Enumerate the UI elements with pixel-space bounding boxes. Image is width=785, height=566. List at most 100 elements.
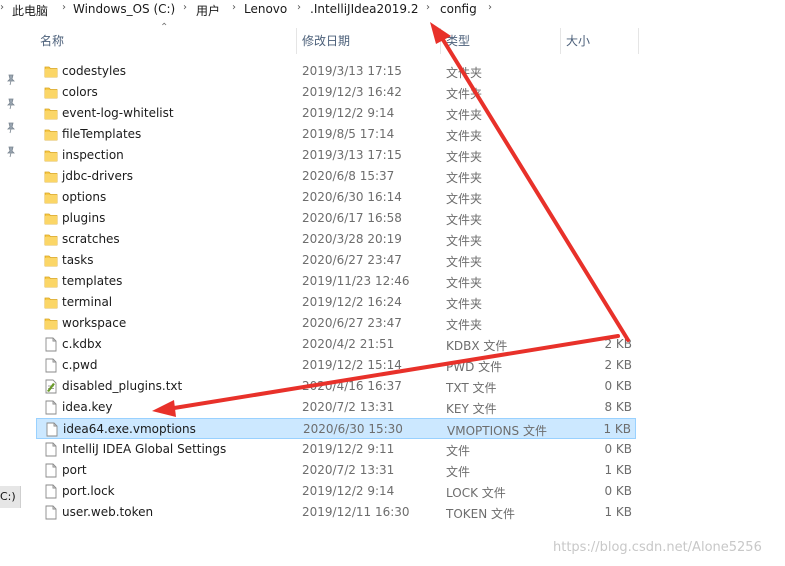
nav-item-c-drive[interactable]: C:): [0, 486, 21, 508]
chevron-right-icon[interactable]: ›: [0, 2, 4, 13]
file-size: 1 KB: [604, 463, 632, 477]
file-name: port.lock: [62, 484, 115, 498]
folder-icon: [44, 127, 58, 142]
file-type: 文件夹: [446, 318, 483, 332]
file-size: 1 KB: [603, 422, 631, 436]
file-row[interactable]: colors 2019/12/3 16:42 文件夹: [36, 82, 636, 103]
breadcrumb-intellij[interactable]: .IntelliJIdea2019.2: [310, 2, 418, 16]
file-row[interactable]: event-log-whitelist 2019/12/2 9:14 文件夹: [36, 103, 636, 124]
file-row[interactable]: templates 2019/11/23 12:46 文件夹: [36, 271, 636, 292]
file-row[interactable]: scratches 2020/3/28 20:19 文件夹: [36, 229, 636, 250]
pin-icon[interactable]: [5, 146, 17, 158]
chevron-right-icon[interactable]: ›: [426, 2, 430, 13]
chevron-right-icon[interactable]: ›: [62, 2, 66, 13]
folder-icon: [44, 295, 58, 310]
breadcrumb-users[interactable]: 用户: [196, 2, 220, 19]
chevron-right-icon[interactable]: ›: [488, 2, 492, 13]
file-icon: [44, 358, 58, 373]
file-icon: [44, 484, 58, 499]
file-name: port: [62, 463, 87, 477]
file-row[interactable]: user.web.token 2019/12/11 16:30 TOKEN 文件 1 …: [36, 502, 636, 523]
file-modified: 2020/6/27 23:47: [302, 316, 402, 330]
file-size: 0 KB: [604, 442, 632, 456]
breadcrumb-lenovo[interactable]: Lenovo: [244, 2, 287, 16]
file-name: fileTemplates: [62, 127, 142, 141]
file-icon: [44, 400, 58, 415]
file-row[interactable]: fileTemplates 2019/8/5 17:14 文件夹: [36, 124, 636, 145]
file-row[interactable]: idea64.exe.vmoptions 2020/6/30 15:30 VMOPT…: [36, 418, 636, 439]
folder-icon: [44, 148, 58, 163]
file-size: 0 KB: [604, 484, 632, 498]
column-header-size[interactable]: 大小: [566, 27, 590, 55]
folder-icon: [44, 85, 58, 100]
file-row[interactable]: codestyles 2019/3/13 17:15 文件夹: [36, 61, 636, 82]
column-header-name[interactable]: 名称: [40, 27, 64, 55]
column-divider[interactable]: [638, 28, 639, 54]
pin-icon[interactable]: [5, 74, 17, 86]
file-modified: 2020/6/30 16:14: [302, 190, 402, 204]
file-name: tasks: [62, 253, 94, 267]
file-modified: 2019/12/2 15:14: [302, 358, 402, 372]
file-row[interactable]: plugins 2020/6/17 16:58 文件夹: [36, 208, 636, 229]
file-row[interactable]: terminal 2019/12/2 16:24 文件夹: [36, 292, 636, 313]
chevron-right-icon[interactable]: ›: [183, 2, 187, 13]
file-name: inspection: [62, 148, 124, 162]
column-divider[interactable]: [296, 28, 297, 54]
file-modified: 2020/6/30 15:30: [303, 422, 403, 436]
file-type: LOCK 文件: [446, 486, 506, 500]
breadcrumb-config[interactable]: config: [440, 2, 477, 16]
file-icon: [44, 505, 58, 520]
column-divider[interactable]: [560, 28, 561, 54]
file-type: KDBX 文件: [446, 339, 508, 353]
file-row[interactable]: options 2020/6/30 16:14 文件夹: [36, 187, 636, 208]
file-name: options: [62, 190, 107, 204]
file-name: idea64.exe.vmoptions: [63, 422, 196, 436]
file-row[interactable]: tasks 2020/6/27 23:47 文件夹: [36, 250, 636, 271]
file-type: 文件夹: [446, 234, 483, 248]
file-modified: 2020/3/28 20:19: [302, 232, 402, 246]
file-type: PWD 文件: [446, 360, 503, 374]
file-icon: [44, 463, 58, 478]
file-row[interactable]: port.lock 2019/12/2 9:14 LOCK 文件 0 KB: [36, 481, 636, 502]
column-divider[interactable]: [440, 28, 441, 54]
chevron-right-icon[interactable]: ›: [297, 2, 301, 13]
file-row[interactable]: c.kdbx 2020/4/2 21:51 KDBX 文件 2 KB: [36, 334, 636, 355]
file-modified: 2020/4/16 16:37: [302, 379, 402, 393]
file-row[interactable]: inspection 2019/3/13 17:15 文件夹: [36, 145, 636, 166]
file-name: plugins: [62, 211, 106, 225]
file-type: VMOPTIONS 文件: [447, 424, 547, 438]
navigation-pane: [0, 19, 22, 566]
pin-icon[interactable]: [5, 122, 17, 134]
column-header-modified[interactable]: 修改日期: [302, 27, 350, 55]
file-name: c.kdbx: [62, 337, 102, 351]
folder-icon: [44, 232, 58, 247]
file-modified: 2020/6/8 15:37: [302, 169, 395, 183]
file-name: IntelliJ IDEA Global Settings: [62, 442, 227, 456]
watermark: https://blog.csdn.net/Alone5256: [553, 540, 762, 555]
file-type: 文件夹: [446, 255, 483, 269]
file-row[interactable]: workspace 2020/6/27 23:47 文件夹: [36, 313, 636, 334]
file-row[interactable]: disabled_plugins.txt 2020/4/16 16:37 TXT 文…: [36, 376, 636, 397]
file-modified: 2019/11/23 12:46: [302, 274, 410, 288]
file-name: terminal: [62, 295, 113, 309]
file-name: disabled_plugins.txt: [62, 379, 183, 393]
file-size: 2 KB: [604, 358, 632, 372]
breadcrumb-windows-os[interactable]: Windows_OS (C:): [73, 2, 175, 16]
chevron-right-icon[interactable]: ›: [232, 2, 236, 13]
pin-icon[interactable]: [5, 98, 17, 110]
file-type: 文件夹: [446, 297, 483, 311]
file-row[interactable]: port 2020/7/2 13:31 文件 1 KB: [36, 460, 636, 481]
file-type: 文件夹: [446, 213, 483, 227]
file-modified: 2019/12/2 9:14: [302, 484, 395, 498]
breadcrumb-this-pc[interactable]: 此电脑: [12, 2, 48, 19]
file-row[interactable]: jdbc-drivers 2020/6/8 15:37 文件夹: [36, 166, 636, 187]
file-modified: 2019/12/2 9:11: [302, 442, 395, 456]
file-type: 文件夹: [446, 129, 483, 143]
file-row[interactable]: IntelliJ IDEA Global Settings 2019/12/2 9…: [36, 439, 636, 460]
file-row[interactable]: c.pwd 2019/12/2 15:14 PWD 文件 2 KB: [36, 355, 636, 376]
file-type: 文件夹: [446, 192, 483, 206]
file-type: TOKEN 文件: [446, 507, 516, 521]
folder-icon: [44, 169, 58, 184]
column-header-type[interactable]: 类型: [446, 27, 470, 55]
file-row[interactable]: idea.key 2020/7/2 13:31 KEY 文件 8 KB: [36, 397, 636, 418]
